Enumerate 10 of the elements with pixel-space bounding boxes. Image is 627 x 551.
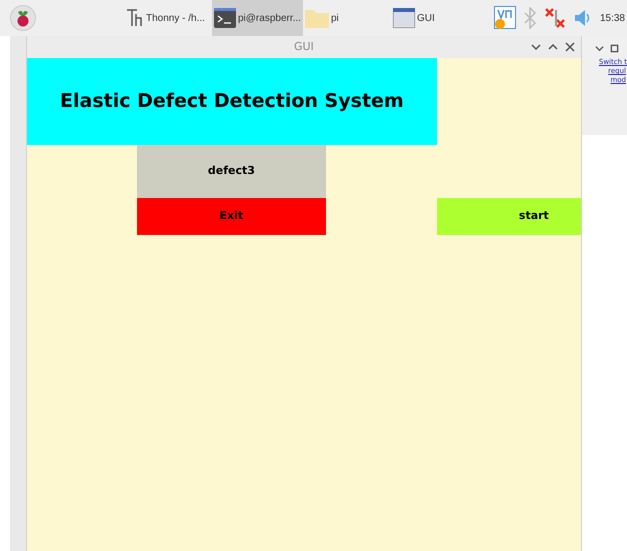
taskbar-button[interactable]: GUI [390, 0, 479, 36]
exit-button[interactable]: Exit [136, 198, 326, 235]
app-heading: Elastic Defect Detection System [60, 89, 404, 114]
taskbar-button[interactable]: Thonny - /h... [124, 0, 212, 36]
taskbar-button[interactable]: pi@raspberr... [212, 0, 303, 36]
taskbar-button[interactable]: pi [302, 0, 391, 36]
window-title: GUI [294, 38, 314, 55]
result-label: defect3 [136, 145, 326, 198]
clock[interactable]: 15:38 [600, 10, 625, 26]
start-button[interactable]: start [436, 198, 581, 235]
